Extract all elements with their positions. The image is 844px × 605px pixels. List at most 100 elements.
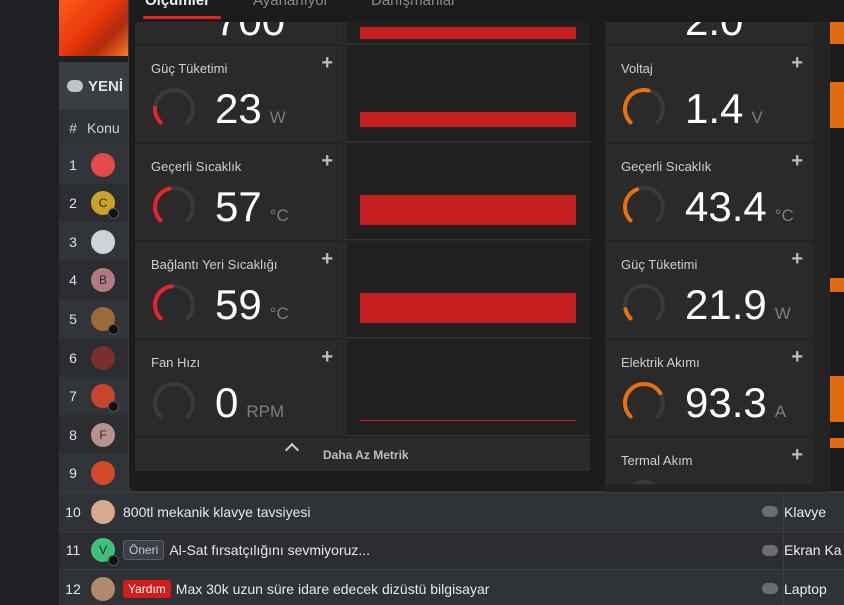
metric-gauge bbox=[621, 184, 667, 230]
avatar[interactable] bbox=[91, 306, 119, 335]
table-row[interactable]: 7 bbox=[59, 376, 129, 416]
row-number: 10 bbox=[65, 503, 81, 520]
table-row[interactable]: 1 bbox=[59, 145, 129, 184]
active-tab-indicator bbox=[143, 16, 221, 19]
table-row[interactable]: 4B bbox=[59, 260, 129, 300]
category-label[interactable]: Klavye bbox=[784, 504, 826, 520]
row-number: 1 bbox=[69, 156, 77, 173]
comment-icon bbox=[762, 506, 778, 517]
table-row[interactable]: 12 Yardım Max 30k uzun süre idare edecek d… bbox=[59, 569, 844, 605]
avatar-letter: C bbox=[98, 196, 108, 211]
add-metric-icon[interactable]: + bbox=[791, 444, 803, 467]
row-number: 4 bbox=[69, 272, 77, 289]
gauge-fill bbox=[623, 307, 633, 321]
metric-unit: W bbox=[269, 108, 286, 127]
add-metric-icon[interactable]: + bbox=[321, 52, 333, 75]
metric-unit: °C bbox=[269, 304, 289, 323]
col-topic[interactable]: Konu bbox=[87, 120, 120, 136]
category-label[interactable]: Laptop bbox=[784, 581, 827, 597]
metric-gauge bbox=[151, 282, 197, 328]
metric-card: Elektrik Akımı +93.3 A bbox=[605, 340, 813, 436]
topic-title[interactable]: Max 30k uzun süre idare edecek dizüstü b… bbox=[176, 581, 490, 597]
avatar[interactable] bbox=[91, 229, 115, 254]
metric-value: 2.0 bbox=[685, 22, 743, 44]
table-row[interactable]: 6 bbox=[59, 338, 129, 377]
gauge-fill bbox=[623, 382, 663, 419]
add-metric-icon[interactable]: + bbox=[791, 346, 803, 369]
add-metric-icon[interactable]: + bbox=[321, 150, 333, 173]
topic-title[interactable]: 800tl mekanik klavye tavsiyesi bbox=[123, 504, 311, 520]
less-metrics-label: Daha Az Metrik bbox=[323, 448, 409, 462]
avatar[interactable]: F bbox=[91, 422, 115, 447]
metric-unit: W bbox=[774, 304, 791, 323]
add-metric-icon[interactable]: + bbox=[791, 52, 803, 75]
avatar[interactable]: B bbox=[91, 268, 115, 293]
tab-olcumler[interactable]: Ölçümler bbox=[145, 0, 210, 9]
metric-graph-partial bbox=[345, 22, 590, 44]
add-metric-icon[interactable]: + bbox=[791, 150, 803, 173]
metric-gauge bbox=[151, 86, 197, 132]
gauge-fill bbox=[623, 88, 651, 125]
metric-value: 1.4 bbox=[685, 85, 744, 132]
row-number: 6 bbox=[69, 349, 77, 366]
metric-value: 23 bbox=[215, 85, 262, 132]
gauge-icon bbox=[623, 88, 665, 125]
row-number: 9 bbox=[69, 465, 77, 482]
table-row[interactable]: 3 bbox=[59, 222, 129, 262]
table-row[interactable]: 11 V Öneri Al-Sat fırsatçılığını sevmiyoruz… bbox=[59, 530, 844, 570]
comment-icon bbox=[762, 583, 778, 594]
metric-label: Termal Akım bbox=[621, 453, 693, 468]
metric-card: Güç Tüketimi +23 W bbox=[135, 46, 343, 142]
avatar[interactable]: C bbox=[91, 191, 119, 220]
avatar[interactable] bbox=[91, 384, 119, 413]
screen: YENİ # Konu 12C34B5678F9 10 800tl mekanik… bbox=[0, 0, 844, 605]
tab-danismanlar[interactable]: Danışmanlar bbox=[371, 0, 456, 9]
row-number: 3 bbox=[69, 233, 77, 250]
topic-tag[interactable]: Öneri bbox=[123, 540, 165, 560]
table-row[interactable]: 8F bbox=[59, 415, 129, 455]
graph-area bbox=[360, 195, 576, 225]
topic-tag[interactable]: Yardım bbox=[123, 579, 171, 598]
metric-graph bbox=[345, 144, 590, 240]
gauge-track bbox=[623, 284, 665, 321]
topic-title[interactable]: Al-Sat fırsatçılığını sevmiyoruz... bbox=[169, 542, 370, 558]
category-label[interactable]: Ekran Ka bbox=[784, 542, 842, 558]
metric-unit: V bbox=[751, 108, 763, 127]
gauge-fill bbox=[623, 187, 640, 223]
avatar[interactable] bbox=[91, 345, 115, 370]
table-row[interactable]: 5 bbox=[59, 299, 129, 339]
row-number: 7 bbox=[69, 388, 77, 405]
status-badge bbox=[108, 208, 119, 220]
table-row[interactable]: 2C bbox=[59, 183, 129, 223]
metric-value-wrap: 16.5 bbox=[685, 478, 775, 485]
comment-icon bbox=[762, 544, 778, 556]
table-row[interactable]: 9 bbox=[59, 453, 129, 493]
metric-graph bbox=[345, 46, 590, 142]
gauge-icon bbox=[631, 480, 657, 484]
table-row[interactable]: 10 800tl mekanik klavye tavsiyesi Klavye bbox=[59, 492, 844, 531]
avatar[interactable] bbox=[91, 152, 115, 177]
add-metric-icon[interactable]: + bbox=[791, 248, 803, 271]
add-metric-icon[interactable]: + bbox=[321, 248, 333, 271]
metric-card: Voltaj +1.4 V bbox=[605, 46, 813, 142]
gauge-icon bbox=[623, 382, 665, 419]
metrics-window: Ölçümler Ayarlanıyor Danışmanlar 700 Güç… bbox=[128, 0, 844, 492]
metric-unit: RPM bbox=[246, 402, 285, 421]
metric-value: 21.9 bbox=[685, 281, 767, 328]
metric-card-partial: 700 bbox=[135, 22, 343, 44]
metric-value: 93.3 bbox=[685, 379, 767, 426]
metric-label: Fan Hızı bbox=[151, 355, 201, 370]
less-metrics-toggle[interactable]: Daha Az Metrik bbox=[135, 438, 590, 471]
avatar[interactable]: V bbox=[91, 538, 119, 566]
gauge-icon bbox=[153, 186, 195, 223]
tab-ayarlaniyor[interactable]: Ayarlanıyor bbox=[253, 0, 329, 9]
avatar-letter: B bbox=[98, 273, 107, 288]
avatar[interactable] bbox=[91, 576, 115, 601]
avatar-letter: V bbox=[98, 543, 107, 557]
avatar-letter: F bbox=[99, 427, 107, 442]
add-metric-icon[interactable]: + bbox=[321, 346, 333, 369]
avatar[interactable] bbox=[91, 461, 115, 486]
avatar[interactable] bbox=[91, 499, 115, 524]
chevron-up-icon bbox=[284, 442, 300, 458]
row-number: 12 bbox=[65, 580, 81, 597]
